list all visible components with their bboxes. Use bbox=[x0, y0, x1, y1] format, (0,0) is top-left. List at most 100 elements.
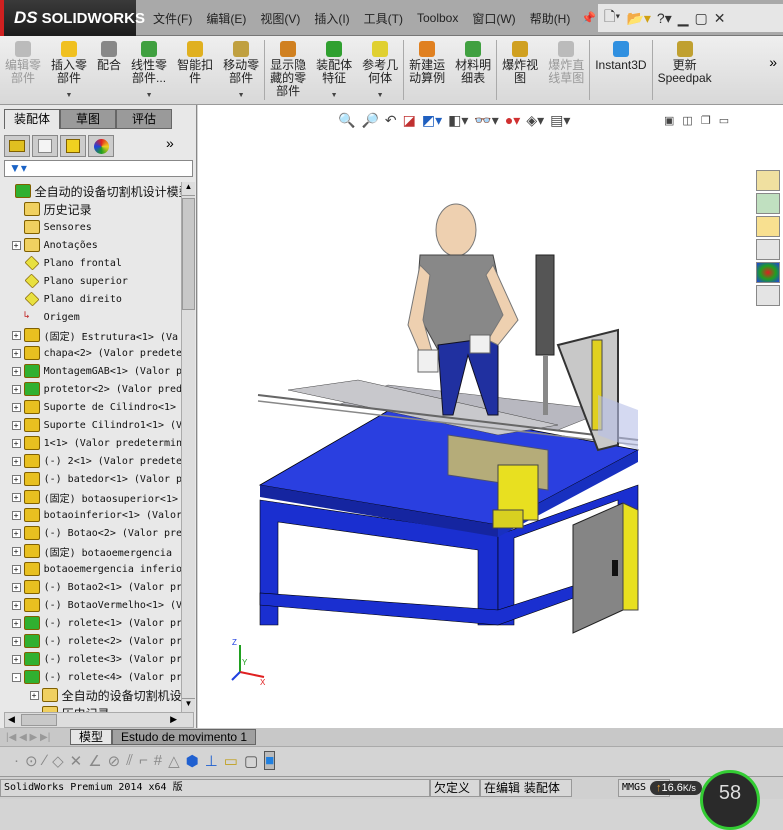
tree-item[interactable]: + (-) Botao2<1> (Valor pr bbox=[0, 578, 181, 596]
toolbar-button[interactable]: 线性零 部件... ▼ bbox=[126, 36, 172, 104]
expand-toggle-icon[interactable]: + bbox=[11, 510, 21, 520]
tree-item[interactable]: + (-) batedor<1> (Valor p bbox=[0, 470, 181, 488]
tree-item[interactable]: 历史记录 bbox=[0, 200, 181, 218]
tree-item[interactable]: + (-) rolete<2> (Valor pr bbox=[0, 632, 181, 650]
line-icon[interactable]: ∕ bbox=[44, 752, 47, 769]
design-library-tab[interactable] bbox=[756, 193, 780, 214]
section-view-icon[interactable]: ◪ bbox=[403, 112, 416, 129]
expand-toggle-icon[interactable]: + bbox=[11, 330, 21, 340]
expand-toggle-icon[interactable]: + bbox=[11, 600, 21, 610]
scroll-up-icon[interactable]: ▲ bbox=[182, 182, 195, 196]
toolbar-button[interactable]: 爆炸直 线草图 bbox=[543, 36, 589, 104]
previous-view-icon[interactable]: ↶ bbox=[385, 112, 397, 129]
tree-item[interactable]: + (-) rolete<3> (Valor pr bbox=[0, 650, 181, 668]
scroll-down-icon[interactable]: ▼ bbox=[182, 698, 195, 712]
expand-toggle-icon[interactable]: + bbox=[11, 384, 21, 394]
tab-motion-study[interactable]: Estudo de movimento 1 bbox=[112, 729, 257, 745]
tree-horizontal-scrollbar[interactable]: ◀ ▶ bbox=[4, 712, 194, 728]
display-style-icon[interactable]: ◧▾ bbox=[448, 112, 468, 129]
tree-item[interactable]: Plano direito bbox=[0, 290, 181, 308]
toolbar-button[interactable]: 材料明 细表 bbox=[450, 36, 496, 104]
dropdown-arrow-icon[interactable]: ▼ bbox=[377, 89, 384, 102]
feature-manager-tab[interactable] bbox=[4, 135, 30, 157]
tree-item[interactable]: + (-) Botao<2> (Valor pre bbox=[0, 524, 181, 542]
help-icon[interactable]: ?▾ bbox=[657, 10, 672, 27]
tree-item[interactable]: + (-) BotaoVermelho<1> (V bbox=[0, 596, 181, 614]
expand-toggle-icon[interactable]: + bbox=[11, 366, 21, 376]
circle-icon[interactable]: ⊙ bbox=[25, 752, 38, 770]
menu-item[interactable]: Toolbox bbox=[410, 11, 465, 25]
perpendicular-icon[interactable]: ⫽ bbox=[126, 752, 133, 769]
menu-item[interactable]: 帮助(H) bbox=[523, 10, 578, 27]
toolbar-button[interactable]: 装配体 特征 ▼ bbox=[311, 36, 357, 104]
expand-toggle-icon[interactable]: + bbox=[11, 402, 21, 412]
dropdown-arrow-icon[interactable]: ▼ bbox=[146, 89, 153, 102]
open-folder-icon[interactable]: 📂▾ bbox=[626, 10, 650, 27]
menu-item[interactable]: 工具(T) bbox=[357, 10, 410, 27]
scroll-right-icon[interactable]: ▶ bbox=[170, 714, 177, 725]
solidworks-resources-tab[interactable] bbox=[756, 170, 780, 191]
restore-icon[interactable]: ❐ bbox=[701, 114, 711, 127]
tree-item[interactable]: Plano frontal bbox=[0, 254, 181, 272]
tree-item[interactable]: + Suporte Cilindro1<1> (V bbox=[0, 416, 181, 434]
expand-toggle-icon[interactable]: + bbox=[11, 528, 21, 538]
dropdown-arrow-icon[interactable]: ▼ bbox=[66, 89, 73, 102]
edit-appearance-icon[interactable]: ●▾ bbox=[505, 112, 520, 129]
tab-evaluate[interactable]: 评估 bbox=[116, 109, 172, 129]
expand-toggle-icon[interactable]: + bbox=[11, 618, 21, 628]
solidworks-logo[interactable]: DS SOLIDWORKS bbox=[0, 0, 145, 36]
tree-item[interactable]: + (固定) botaoemergencia bbox=[0, 542, 181, 560]
tree-item[interactable]: 历史记录 bbox=[0, 704, 181, 712]
view-settings-icon[interactable]: ▤▾ bbox=[550, 112, 570, 129]
corner-icon[interactable]: ⌐ bbox=[139, 752, 148, 769]
expand-toggle-icon[interactable]: + bbox=[11, 240, 21, 250]
view-orientation-icon[interactable]: ◩▾ bbox=[422, 112, 442, 129]
tree-item[interactable]: + (固定) Estrutura<1> (Va bbox=[0, 326, 181, 344]
split-view-icon[interactable]: ▣ bbox=[664, 114, 674, 127]
grid-icon[interactable]: # bbox=[154, 752, 162, 769]
tree-item[interactable]: + (-) rolete<1> (Valor pr bbox=[0, 614, 181, 632]
minimize-button[interactable]: ▁ bbox=[678, 10, 689, 27]
expand-toggle-icon[interactable]: + bbox=[11, 438, 21, 448]
menu-item[interactable]: 编辑(E) bbox=[199, 10, 253, 27]
filter-field[interactable]: ▼▾ bbox=[4, 160, 193, 177]
tree-item[interactable]: + (-) 2<1> (Valor predete bbox=[0, 452, 181, 470]
toolbar-button[interactable]: 智能扣 件 bbox=[172, 36, 218, 104]
expand-toggle-icon[interactable]: + bbox=[11, 564, 21, 574]
toolbar-button[interactable]: 配合 bbox=[92, 36, 126, 104]
graphics-area[interactable]: Z Y X bbox=[198, 105, 783, 728]
custom-properties-tab[interactable] bbox=[756, 285, 780, 306]
tree-item[interactable]: ↳ Origem bbox=[0, 308, 181, 326]
toolbar-overflow-icon[interactable]: » bbox=[763, 36, 783, 104]
toolbar-button[interactable]: 爆炸视 图 bbox=[497, 36, 543, 104]
file-explorer-tab[interactable] bbox=[756, 216, 780, 237]
toolbar-button[interactable]: 编辑零 部件 bbox=[0, 36, 46, 104]
property-manager-tab[interactable] bbox=[32, 135, 58, 157]
hide-show-items-icon[interactable]: 👓▾ bbox=[474, 112, 498, 129]
new-document-icon[interactable]: 🗋▾ bbox=[604, 6, 620, 30]
toolbar-button[interactable]: 更新 Speedpak bbox=[653, 36, 717, 104]
split-view2-icon[interactable]: ◫ bbox=[682, 114, 692, 127]
appearances-tab[interactable] bbox=[756, 262, 780, 283]
expand-toggle-icon[interactable]: + bbox=[11, 582, 21, 592]
tree-item[interactable]: + Anotações bbox=[0, 236, 181, 254]
tree-item[interactable]: + (固定) botaosuperior<1> bbox=[0, 488, 181, 506]
zoom-to-area-icon[interactable]: 🔎 bbox=[361, 112, 378, 129]
scroll-left-icon[interactable]: ◀ bbox=[8, 714, 15, 725]
tree-item[interactable]: Sensores bbox=[0, 218, 181, 236]
point-icon[interactable]: · bbox=[14, 752, 19, 769]
expand-toggle-icon[interactable]: + bbox=[11, 546, 21, 556]
menu-item[interactable]: 视图(V) bbox=[253, 10, 307, 27]
menu-item[interactable]: 文件(F) bbox=[146, 10, 199, 27]
toolbar-button[interactable]: 显示隐 藏的零 部件 bbox=[265, 36, 311, 104]
toolbar-button[interactable]: 新建运 动算例 bbox=[404, 36, 450, 104]
expand-chevron-icon[interactable]: » bbox=[166, 135, 174, 157]
tree-item[interactable]: Plano superior bbox=[0, 272, 181, 290]
apply-scene-icon[interactable]: ◈▾ bbox=[526, 112, 544, 129]
close-button[interactable]: ✕ bbox=[714, 10, 726, 27]
dropdown-arrow-icon[interactable]: ▼ bbox=[331, 89, 338, 102]
display-manager-tab[interactable] bbox=[88, 135, 114, 157]
configuration-manager-tab[interactable] bbox=[60, 135, 86, 157]
measure-icon[interactable]: ▭ bbox=[224, 752, 238, 770]
maximize-view-icon[interactable]: ▭ bbox=[719, 114, 729, 127]
